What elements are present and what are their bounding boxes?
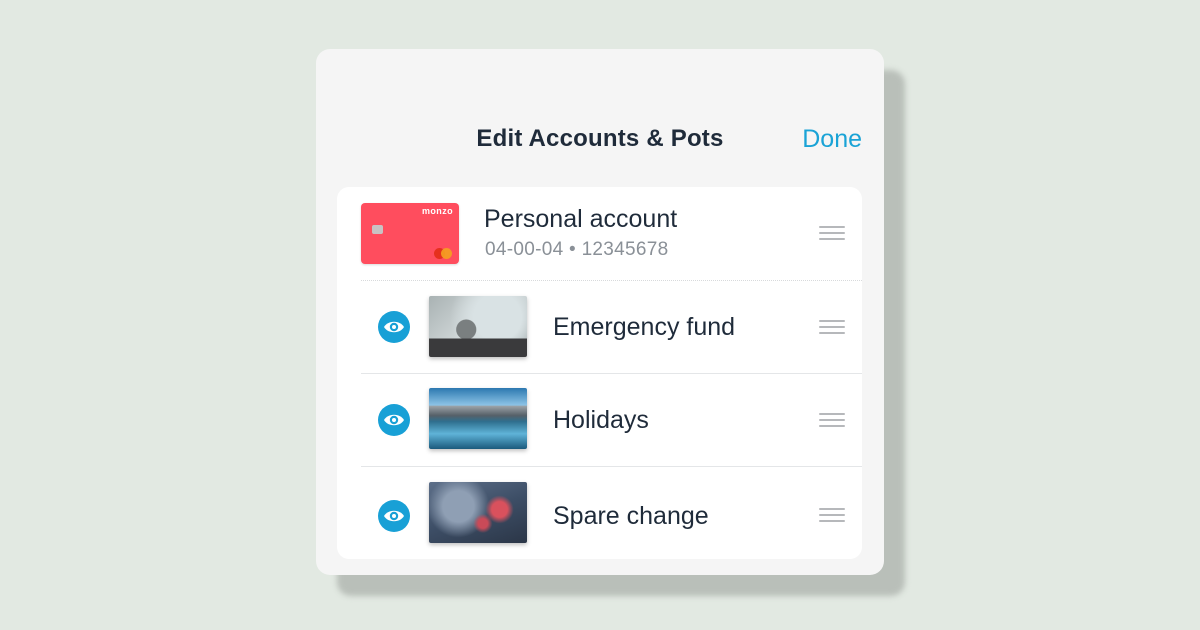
bank-card-image: monzo — [361, 203, 459, 264]
row-divider — [361, 466, 862, 467]
accounts-list: monzo Personal account 04-00-04 • 123456… — [337, 187, 862, 559]
done-button[interactable]: Done — [802, 125, 862, 154]
card-chip — [372, 225, 383, 234]
pot-row[interactable]: Holidays — [337, 373, 862, 466]
stage: Edit Accounts & Pots Done monzo Personal… — [0, 0, 1200, 630]
pot-image-holidays — [429, 388, 527, 449]
pot-image-emergency-fund — [429, 296, 527, 357]
drag-handle-icon[interactable] — [819, 508, 845, 522]
mastercard-logo-yellow — [441, 248, 452, 259]
pot-image-spare-change — [429, 482, 527, 543]
card-brand-logo: monzo — [422, 206, 453, 216]
drag-handle-icon[interactable] — [819, 413, 845, 427]
edit-accounts-sheet: Edit Accounts & Pots Done monzo Personal… — [316, 49, 884, 575]
pot-name: Holidays — [553, 406, 649, 434]
pot-name: Spare change — [553, 502, 709, 530]
row-divider — [361, 280, 862, 281]
account-name: Personal account — [484, 205, 678, 233]
account-details: 04-00-04 • 12345678 — [485, 239, 669, 260]
pot-row[interactable]: Spare change — [337, 466, 862, 559]
drag-handle-icon[interactable] — [819, 226, 845, 240]
eye-icon[interactable] — [378, 500, 410, 532]
pot-name: Emergency fund — [553, 313, 736, 341]
eye-icon[interactable] — [378, 311, 410, 343]
row-divider — [361, 373, 862, 374]
pot-row[interactable]: Emergency fund — [337, 280, 862, 373]
eye-icon[interactable] — [378, 404, 410, 436]
account-row[interactable]: monzo Personal account 04-00-04 • 123456… — [337, 187, 862, 280]
drag-handle-icon[interactable] — [819, 320, 845, 334]
page-title: Edit Accounts & Pots — [476, 125, 724, 152]
